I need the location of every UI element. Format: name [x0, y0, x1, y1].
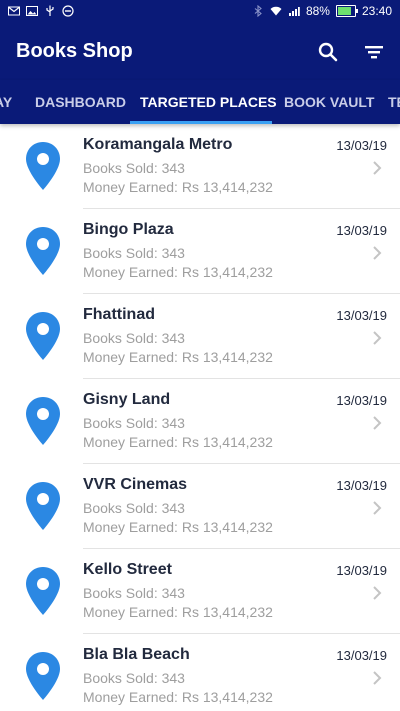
place-name: Fhattinad [83, 306, 155, 323]
chevron-right-icon [373, 331, 382, 345]
place-date: 13/03/19 [336, 478, 387, 493]
app-title: Books Shop [16, 40, 133, 62]
money-earned: Money Earned: Rs 13,414,232 [83, 349, 273, 365]
money-earned: Money Earned: Rs 13,414,232 [83, 264, 273, 280]
money-earned: Money Earned: Rs 13,414,232 [83, 689, 273, 705]
books-sold: Books Sold: 343 [83, 670, 185, 686]
list-item[interactable]: Bingo Plaza Books Sold: 343 Money Earned… [0, 209, 400, 294]
tab-dashboard[interactable]: DASHBOARD [35, 80, 126, 124]
chevron-right-icon [373, 161, 382, 175]
battery-percent: 88% [305, 4, 330, 18]
location-pin-icon [26, 567, 60, 615]
books-sold: Books Sold: 343 [83, 330, 185, 346]
chevron-right-icon [373, 586, 382, 600]
location-pin-icon [26, 482, 60, 530]
signal-icon [288, 7, 300, 16]
chevron-right-icon [373, 501, 382, 515]
place-name: Bingo Plaza [83, 221, 174, 238]
books-sold: Books Sold: 343 [83, 500, 185, 516]
location-pin-icon [26, 142, 60, 190]
place-name: Koramangala Metro [83, 136, 233, 153]
place-name: VVR Cinemas [83, 476, 188, 493]
place-name: Kello Street [83, 561, 172, 578]
list-item[interactable]: Fhattinad Books Sold: 343 Money Earned: … [0, 294, 400, 379]
tab-partial-right[interactable]: TE [388, 80, 400, 124]
books-sold: Books Sold: 343 [83, 160, 185, 176]
status-bar: 88% 23:40 [0, 0, 400, 24]
targeted-places-list: Koramangala Metro Books Sold: 343 Money … [0, 124, 400, 711]
money-earned: Money Earned: Rs 13,414,232 [83, 434, 273, 450]
money-earned: Money Earned: Rs 13,414,232 [83, 179, 273, 195]
tab-partial-left[interactable]: AY [0, 80, 12, 124]
money-earned: Money Earned: Rs 13,414,232 [83, 604, 273, 620]
filter-button[interactable] [360, 38, 388, 66]
status-time: 23:40 [361, 4, 392, 18]
chevron-right-icon [373, 416, 382, 430]
battery-icon [335, 5, 358, 17]
search-icon [318, 42, 338, 62]
chevron-right-icon [373, 671, 382, 685]
place-date: 13/03/19 [336, 223, 387, 238]
wifi-icon [270, 6, 282, 16]
list-item[interactable]: Bla Bla Beach Books Sold: 343 Money Earn… [0, 634, 400, 711]
location-pin-icon [26, 397, 60, 445]
money-earned: Money Earned: Rs 13,414,232 [83, 519, 273, 535]
list-item[interactable]: Kello Street Books Sold: 343 Money Earne… [0, 549, 400, 634]
list-item[interactable]: VVR Cinemas Books Sold: 343 Money Earned… [0, 464, 400, 549]
place-name: Gisny Land [83, 391, 171, 408]
bluetooth-icon [254, 5, 262, 17]
place-date: 13/03/19 [336, 393, 387, 408]
tab-book-vault[interactable]: BOOK VAULT [284, 80, 374, 124]
place-date: 13/03/19 [336, 138, 387, 153]
filter-icon [365, 46, 383, 59]
list-item[interactable]: Gisny Land Books Sold: 343 Money Earned:… [0, 379, 400, 464]
place-date: 13/03/19 [336, 563, 387, 578]
list-item[interactable]: Koramangala Metro Books Sold: 343 Money … [0, 124, 400, 209]
location-pin-icon [26, 312, 60, 360]
chevron-right-icon [373, 246, 382, 260]
place-name: Bla Bla Beach [83, 646, 190, 663]
books-sold: Books Sold: 343 [83, 245, 185, 261]
location-pin-icon [26, 652, 60, 700]
do-not-disturb-icon [62, 5, 74, 17]
location-pin-icon [26, 227, 60, 275]
tab-bar: AY DASHBOARD TARGETED PLACES BOOK VAULT … [0, 80, 400, 124]
books-sold: Books Sold: 343 [83, 415, 185, 431]
usb-icon [46, 5, 54, 16]
place-date: 13/03/19 [336, 648, 387, 663]
image-icon [26, 6, 38, 16]
books-sold: Books Sold: 343 [83, 585, 185, 601]
tab-targeted-places[interactable]: TARGETED PLACES [140, 80, 277, 124]
place-date: 13/03/19 [336, 308, 387, 323]
search-button[interactable] [314, 38, 342, 66]
gmail-icon [8, 6, 20, 16]
app-bar: Books Shop [0, 24, 400, 80]
